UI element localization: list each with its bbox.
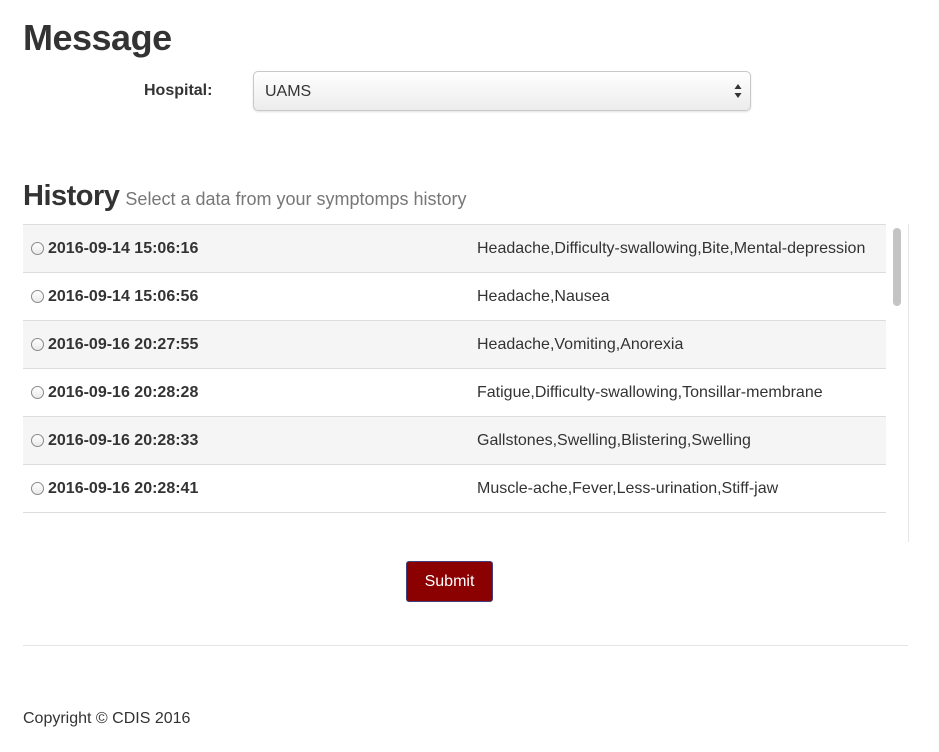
history-table: 2016-09-14 15:06:16 Headache,Difficulty-… bbox=[23, 224, 886, 513]
history-date-cell: 2016-09-16 20:28:41 bbox=[23, 464, 469, 513]
submit-button[interactable]: Submit bbox=[406, 561, 493, 602]
hospital-row: Hospital: UAMS bbox=[0, 70, 939, 114]
history-heading: History Select a data from your symptomps… bbox=[23, 180, 467, 213]
history-row[interactable]: 2016-09-16 20:28:41 Muscle-ache,Fever,Le… bbox=[23, 464, 886, 513]
page-title: Message bbox=[23, 17, 172, 58]
history-date: 2016-09-16 20:28:41 bbox=[48, 480, 199, 497]
hospital-label: Hospital: bbox=[144, 82, 213, 99]
history-symptoms: Headache,Nausea bbox=[469, 272, 886, 321]
history-row[interactable]: 2016-09-16 20:27:55 Headache,Vomiting,An… bbox=[23, 320, 886, 369]
history-symptoms: Headache,Difficulty-swallowing,Bite,Ment… bbox=[469, 224, 886, 273]
history-row[interactable]: 2016-09-16 20:28:33 Gallstones,Swelling,… bbox=[23, 416, 886, 465]
footer-copyright: Copyright © CDIS 2016 bbox=[23, 710, 191, 727]
footer-divider bbox=[23, 645, 908, 646]
history-title: History bbox=[23, 180, 120, 212]
history-radio[interactable] bbox=[31, 482, 44, 495]
history-radio[interactable] bbox=[31, 434, 44, 447]
history-symptoms: Muscle-ache,Fever,Less-urination,Stiff-j… bbox=[469, 464, 886, 513]
history-radio[interactable] bbox=[31, 386, 44, 399]
history-symptoms: Gallstones,Swelling,Blistering,Swelling bbox=[469, 416, 886, 465]
history-date: 2016-09-14 15:06:16 bbox=[48, 240, 199, 257]
history-radio[interactable] bbox=[31, 338, 44, 351]
history-row[interactable]: 2016-09-14 15:06:16 Headache,Difficulty-… bbox=[23, 224, 886, 273]
history-symptoms: Fatigue,Difficulty-swallowing,Tonsillar-… bbox=[469, 368, 886, 417]
history-list[interactable]: 2016-09-14 15:06:16 Headache,Difficulty-… bbox=[23, 224, 909, 542]
hospital-select-value: UAMS bbox=[265, 83, 312, 100]
history-date-cell: 2016-09-16 20:28:33 bbox=[23, 416, 469, 465]
select-arrows-icon bbox=[734, 84, 742, 98]
history-scrollbar[interactable] bbox=[888, 224, 908, 542]
history-date: 2016-09-16 20:28:33 bbox=[48, 432, 199, 449]
history-row[interactable]: 2016-09-14 15:06:56 Headache,Nausea bbox=[23, 272, 886, 321]
history-date: 2016-09-14 15:06:56 bbox=[48, 288, 199, 305]
history-radio[interactable] bbox=[31, 242, 44, 255]
history-subtitle: Select a data from your symptomps histor… bbox=[125, 189, 467, 209]
hospital-select[interactable]: UAMS bbox=[253, 71, 751, 111]
history-date-cell: 2016-09-16 20:27:55 bbox=[23, 320, 469, 369]
history-date-cell: 2016-09-16 20:28:28 bbox=[23, 368, 469, 417]
history-symptoms: Headache,Vomiting,Anorexia bbox=[469, 320, 886, 369]
history-scrollbar-thumb[interactable] bbox=[893, 228, 901, 306]
history-radio[interactable] bbox=[31, 290, 44, 303]
history-date: 2016-09-16 20:27:55 bbox=[48, 336, 199, 353]
history-date-cell: 2016-09-14 15:06:56 bbox=[23, 272, 469, 321]
history-row[interactable]: 2016-09-16 20:28:28 Fatigue,Difficulty-s… bbox=[23, 368, 886, 417]
history-date-cell: 2016-09-14 15:06:16 bbox=[23, 224, 469, 273]
history-date: 2016-09-16 20:28:28 bbox=[48, 384, 199, 401]
